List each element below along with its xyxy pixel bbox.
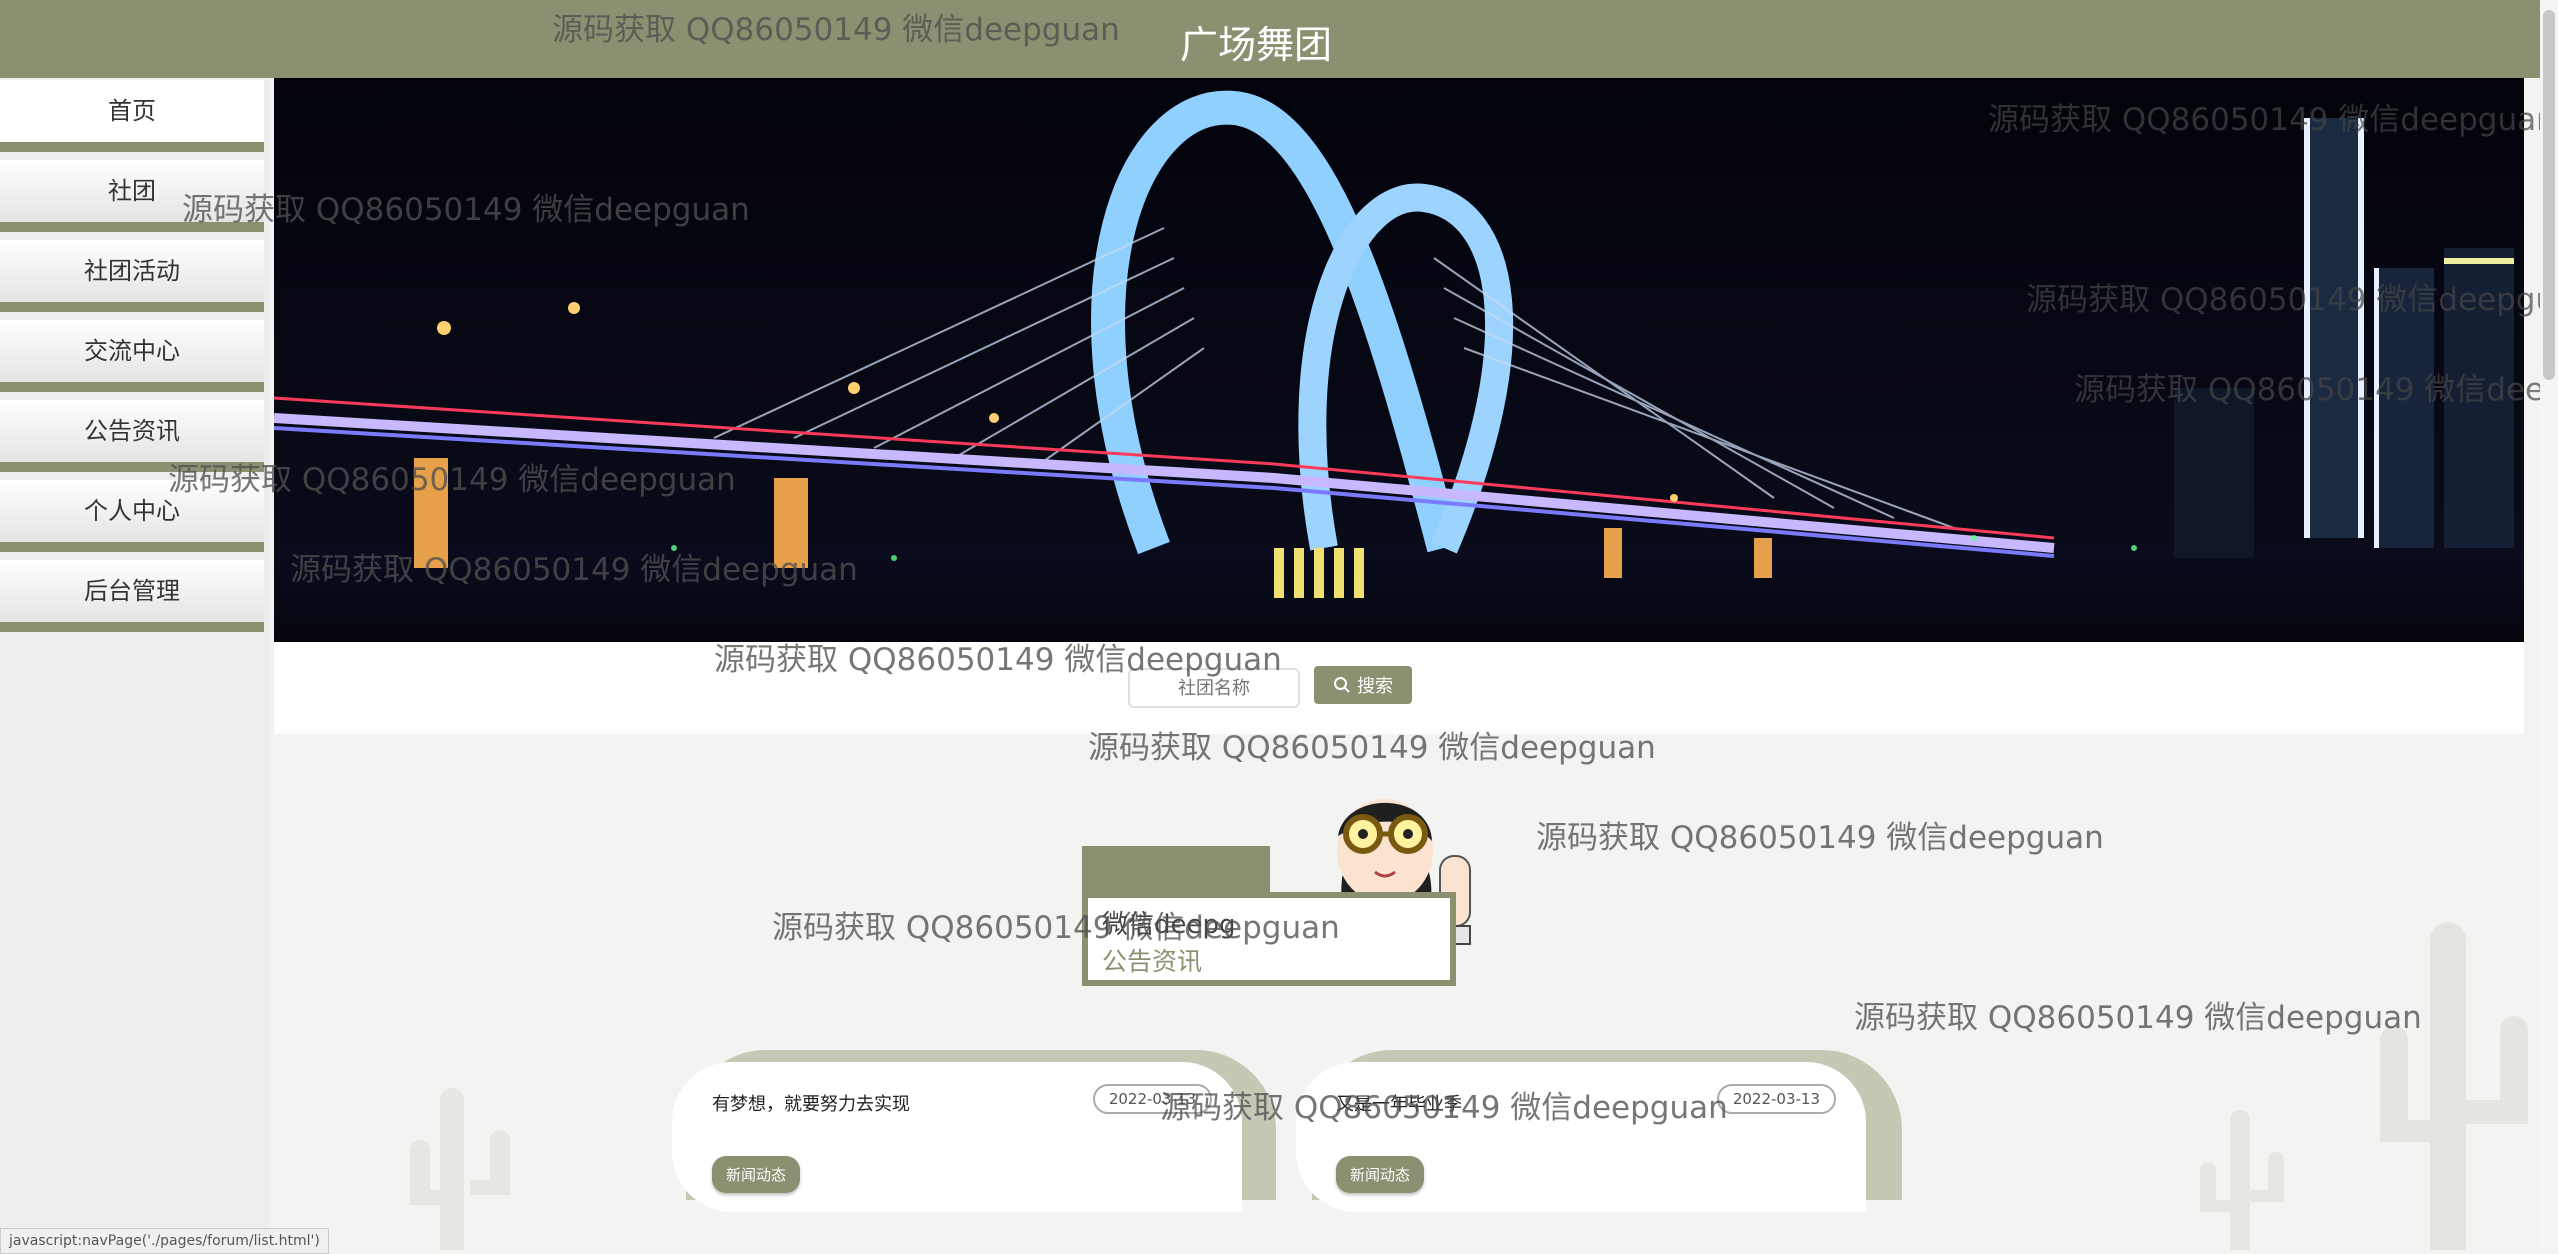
search-input[interactable] [1128, 668, 1300, 708]
sidebar-item-club[interactable]: 社团 [0, 160, 264, 232]
news-card[interactable]: 有梦想，就要努力去实现 2022-03-13 新闻动态 [672, 1062, 1242, 1212]
sidebar-item-club-activities[interactable]: 社团活动 [0, 240, 264, 312]
section-title: 公告资讯 [1102, 947, 1203, 976]
sidebar-item-admin[interactable]: 后台管理 [0, 560, 264, 632]
news-card[interactable]: 又是一年毕业季 2022-03-13 新闻动态 [1296, 1062, 1866, 1212]
cactus-decoration-icon [2380, 922, 2528, 1250]
scrollbar-thumb[interactable] [2543, 10, 2555, 380]
sidebar-item-home[interactable]: 首页 [0, 80, 264, 152]
sidebar-item-forum[interactable]: 交流中心 [0, 320, 264, 392]
news-card-title[interactable]: 又是一年毕业季 [1336, 1090, 1462, 1116]
banner-image-night-bridge [274, 78, 2524, 642]
search-button-label: 搜索 [1357, 676, 1393, 697]
cactus-decoration-icon [2200, 1110, 2284, 1250]
sidebar: 首页 社团 社团活动 交流中心 公告资讯 个人中心 后台管理 [0, 78, 270, 1250]
section-title-overlap-text: 微信deepg [1102, 910, 1236, 940]
news-card-tag[interactable]: 新闻动态 [1336, 1156, 1425, 1193]
news-card-tag[interactable]: 新闻动态 [712, 1156, 801, 1193]
news-card-date: 2022-03-13 [1092, 1084, 1212, 1114]
sidebar-item-personal-center[interactable]: 个人中心 [0, 480, 264, 552]
banner-carousel[interactable] [274, 78, 2524, 642]
news-card-date: 2022-03-13 [1716, 1084, 1836, 1114]
search-icon [1334, 677, 1350, 693]
watermark-text: 源码获取 QQ86050149 微信deepguan [1854, 1000, 2422, 1036]
cactus-decoration-icon [410, 1088, 510, 1250]
section-title-box: 微信deepg 公告资讯 [1082, 892, 1456, 986]
sidebar-item-announcements[interactable]: 公告资讯 [0, 400, 264, 472]
browser-status-bar: javascript:navPage('./pages/forum/list.h… [0, 1228, 329, 1254]
top-header: 广场舞团 [0, 0, 2558, 78]
site-title: 广场舞团 [1180, 23, 1333, 67]
search-button[interactable]: 搜索 [1314, 666, 1412, 704]
watermark-text: 源码获取 QQ86050149 微信deepguan [1536, 820, 2104, 856]
news-card-title[interactable]: 有梦想，就要努力去实现 [712, 1090, 910, 1116]
